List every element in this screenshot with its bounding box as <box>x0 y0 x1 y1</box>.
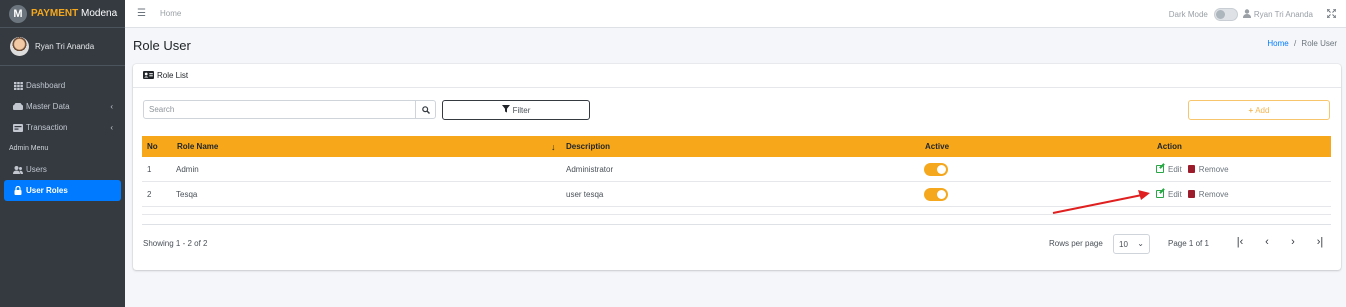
avatar <box>10 37 29 56</box>
user-name: Ryan Tri Ananda <box>35 42 95 51</box>
filter-button[interactable]: Filter <box>442 100 590 120</box>
cell-role-name: Admin <box>176 164 199 174</box>
rows-per-page-value: 10 <box>1119 239 1128 249</box>
dark-mode-toggle[interactable] <box>1213 7 1238 21</box>
brand[interactable]: M PAYMENT Modena <box>0 0 125 28</box>
card-header: Role List <box>133 64 1341 88</box>
brand-name: Modena <box>81 8 118 19</box>
sidebar-item-master-data[interactable]: Master Data ‹ <box>0 96 125 117</box>
breadcrumb-current: Role User <box>1301 39 1337 48</box>
home-link[interactable]: Home <box>160 9 181 18</box>
sidebar-item-users[interactable]: Users <box>0 159 125 180</box>
remove-button[interactable]: Remove <box>1187 164 1229 174</box>
users-icon <box>13 165 23 174</box>
edit-label: Edit <box>1168 189 1182 199</box>
cell-description: Administrator <box>566 164 614 174</box>
rows-per-page-label: Rows per page <box>1049 239 1103 248</box>
sidebar-item-label: Users <box>26 165 47 174</box>
table-header: No Role Name ↓ Description Active Action <box>142 136 1331 157</box>
active-toggle[interactable] <box>924 162 948 176</box>
breadcrumb: Home / Role User <box>1267 39 1337 48</box>
id-card-icon <box>143 70 154 81</box>
sidebar-item-label: Dashboard <box>26 81 66 90</box>
topbar-user-name[interactable]: Ryan Tri Ananda <box>1254 10 1313 19</box>
user-icon <box>1242 8 1251 20</box>
edit-button[interactable]: Edit <box>1156 165 1182 174</box>
trash-icon <box>1187 190 1195 198</box>
sort-down-icon[interactable]: ↓ <box>551 142 556 152</box>
cell-no: 1 <box>147 164 152 174</box>
chevron-down-icon: ⌄ <box>1137 239 1144 248</box>
nav-header-admin: Admin Menu <box>9 145 49 152</box>
page-title: Role User <box>133 38 191 53</box>
filter-label: Filter <box>512 105 531 115</box>
edit-label: Edit <box>1168 164 1182 174</box>
brand-logo: M <box>9 4 27 23</box>
card-icon <box>13 123 23 132</box>
col-description[interactable]: Description <box>566 142 610 151</box>
remove-label: Remove <box>1198 189 1229 199</box>
cell-role-name: Tesqa <box>176 189 198 199</box>
table-row: 1 Admin Administrator Edit Remove <box>142 157 1331 182</box>
user-panel[interactable]: Ryan Tri Ananda <box>0 28 125 66</box>
dark-mode-label: Dark Mode <box>1168 9 1208 19</box>
brand-bold: PAYMENT <box>31 8 79 19</box>
add-button[interactable]: + Add <box>1188 100 1330 120</box>
footer-divider <box>142 224 1331 225</box>
chevron-left-icon: ‹ <box>110 123 113 132</box>
col-action: Action <box>1157 142 1182 151</box>
sidebar-item-label: User Roles <box>26 186 68 195</box>
first-page-icon[interactable]: |‹ <box>1233 236 1247 248</box>
menu-icon[interactable]: ☰ <box>137 8 146 19</box>
sidebar-item-transaction[interactable]: Transaction ‹ <box>0 117 125 138</box>
page-info: Page 1 of 1 <box>1168 239 1209 248</box>
cell-description: user tesqa <box>566 189 604 199</box>
remove-button[interactable]: Remove <box>1187 189 1229 199</box>
sidebar-item-user-roles[interactable]: User Roles <box>4 180 121 201</box>
remove-label: Remove <box>1198 164 1229 174</box>
prev-page-icon[interactable]: ‹ <box>1260 236 1274 248</box>
topbar: ☰ Home Dark Mode Ryan Tri Ananda <box>125 0 1346 28</box>
col-active[interactable]: Active <box>925 142 949 151</box>
search-box <box>143 100 436 119</box>
role-list-card: Role List Filter + Add No Role Name ↓ De… <box>133 64 1341 270</box>
search-icon[interactable] <box>415 101 435 118</box>
add-label: Add <box>1255 105 1270 115</box>
sidebar: M PAYMENT Modena Ryan Tri Ananda Dashboa… <box>0 0 125 307</box>
cell-no: 2 <box>147 189 152 199</box>
grid-icon <box>13 81 23 90</box>
sidebar-item-dashboard[interactable]: Dashboard <box>0 75 125 96</box>
database-icon <box>13 103 23 111</box>
edit-icon <box>1156 165 1164 173</box>
breadcrumb-home[interactable]: Home <box>1267 39 1288 48</box>
rows-per-page-select[interactable]: 10 ⌄ <box>1113 234 1150 254</box>
filter-icon <box>501 105 510 115</box>
plus-icon: + <box>1248 105 1254 115</box>
lock-icon <box>13 186 23 195</box>
card-title: Role List <box>157 71 189 80</box>
sidebar-item-label: Transaction <box>26 123 68 132</box>
breadcrumb-separator: / <box>1293 39 1297 48</box>
fullscreen-icon[interactable] <box>1326 7 1337 20</box>
last-page-icon[interactable]: ›| <box>1313 236 1327 248</box>
annotation-arrow <box>1052 190 1150 214</box>
search-input[interactable] <box>144 101 415 118</box>
active-toggle[interactable] <box>924 187 948 201</box>
chevron-left-icon: ‹ <box>110 102 113 111</box>
col-role-name[interactable]: Role Name <box>177 142 218 151</box>
sidebar-item-label: Master Data <box>26 102 70 111</box>
showing-count: Showing 1 - 2 of 2 <box>143 239 208 248</box>
next-page-icon[interactable]: › <box>1286 236 1300 248</box>
sidebar-nav: Dashboard Master Data ‹ Transaction ‹ Ad… <box>0 66 125 201</box>
trash-icon <box>1187 165 1195 173</box>
col-no[interactable]: No <box>147 142 158 151</box>
